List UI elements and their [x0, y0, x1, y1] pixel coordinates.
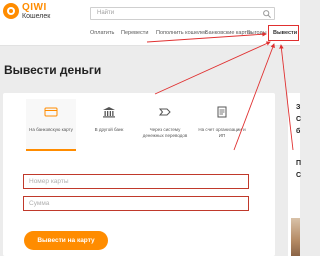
side-ad-letter: З	[296, 104, 301, 111]
search-input[interactable]: Найти	[90, 7, 275, 20]
withdraw-to-card-button[interactable]: Вывести на карту	[24, 231, 108, 250]
qiwi-logo-icon[interactable]	[3, 3, 19, 19]
amount-field[interactable]: Сумма	[23, 196, 249, 211]
method-money-transfer[interactable]: Через систему денежных переводов	[140, 99, 190, 151]
method-bank-card[interactable]: На банковскую карту	[26, 99, 76, 151]
bank-icon	[103, 107, 115, 118]
search-icon[interactable]	[262, 9, 272, 19]
transfer-icon	[158, 108, 171, 116]
logo-subtitle: Кошелек	[22, 13, 51, 20]
document-icon	[217, 106, 227, 118]
side-ad-letter: б	[296, 128, 301, 135]
side-ad-photo	[291, 218, 300, 256]
method-label: На банковскую карту	[29, 127, 73, 132]
method-label: В другой банк	[94, 127, 124, 132]
side-ad-letter: П	[296, 160, 302, 167]
nav-item-top-up[interactable]: Пополнить кошелек	[156, 30, 207, 36]
nav-item-pay[interactable]: Оплатить	[90, 30, 114, 36]
side-ad-letter: С	[296, 116, 302, 123]
nav-item-withdraw[interactable]: Вывести	[273, 30, 297, 36]
page-title: Вывести деньги	[4, 63, 102, 77]
nav-item-transfer[interactable]: Перевести	[121, 30, 148, 36]
method-label: Через систему денежных переводов	[142, 127, 188, 138]
amount-placeholder: Сумма	[29, 200, 50, 207]
card-number-placeholder: Номер карты	[29, 178, 69, 185]
search-placeholder: Найти	[97, 10, 115, 16]
card-icon	[44, 107, 58, 117]
arrow-to-withdraw-nav	[154, 41, 271, 95]
logo-name[interactable]: QIWI	[22, 2, 47, 13]
method-organization[interactable]: На счет организации и ИП	[197, 99, 247, 151]
card-number-field[interactable]: Номер карты	[23, 174, 249, 189]
header: QIWI Кошелек Найти Оплатить Перевести По…	[0, 0, 300, 46]
method-label: На счет организации и ИП	[198, 127, 246, 138]
nav-item-benefits[interactable]: Выгоды	[247, 30, 267, 36]
nav-item-bank-cards[interactable]: Банковские карты	[205, 30, 251, 36]
method-other-bank[interactable]: В другой банк	[84, 99, 134, 151]
side-ad-letter: С	[296, 172, 302, 179]
